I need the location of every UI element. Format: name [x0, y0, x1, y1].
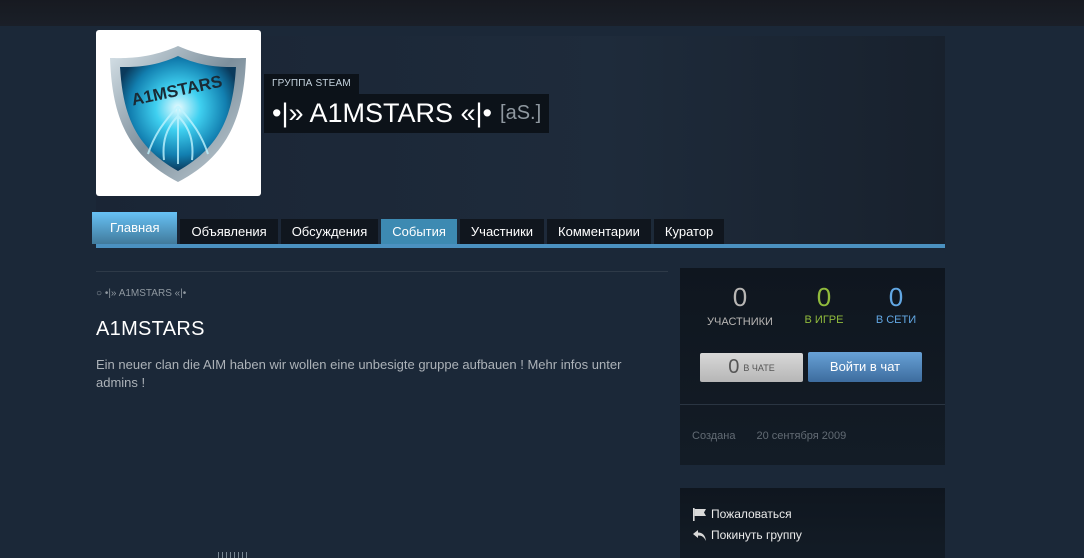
group-tabs: Главная Объявления Обсуждения События Уч…: [92, 212, 725, 244]
tab-curator[interactable]: Куратор: [653, 219, 725, 244]
content-divider: [96, 271, 668, 272]
breadcrumb: ○ •|» A1MSTARS «|•: [96, 288, 187, 299]
group-actions-panel: [680, 488, 945, 558]
join-chat-button[interactable]: Войти в чат: [808, 352, 922, 382]
online-label: В СЕТИ: [875, 314, 917, 326]
tab-announcements[interactable]: Объявления: [180, 219, 278, 244]
online-count: 0: [888, 282, 904, 312]
group-description: Ein neuer clan die AIM haben wir wollen …: [96, 357, 622, 390]
members-label: УЧАСТНИКИ: [707, 316, 773, 328]
founded-date: 20 сентября 2009: [756, 430, 847, 442]
leave-group-link[interactable]: Покинуть группу: [692, 528, 802, 542]
group-abbreviation: [aS.]: [500, 102, 542, 124]
founded-info: Создана 20 сентября 2009: [692, 430, 846, 442]
leave-label: Покинуть группу: [711, 528, 802, 542]
members-count: 0: [732, 282, 748, 312]
in-game-count: 0: [816, 282, 832, 312]
top-bar: [0, 0, 1084, 26]
cut-off-content: [218, 552, 248, 558]
leave-icon: [693, 529, 706, 541]
tab-comments[interactable]: Комментарии: [547, 219, 651, 244]
chat-count-badge: 0 В ЧАТЕ: [700, 353, 803, 382]
group-type-label: ГРУППА STEAM: [264, 74, 359, 94]
stat-members[interactable]: 0 УЧАСТНИКИ: [702, 282, 778, 328]
chat-count: 0: [728, 356, 740, 378]
tabs-underline: [96, 244, 945, 248]
tab-events[interactable]: События: [381, 219, 457, 244]
founded-label: Создана: [692, 430, 736, 442]
tab-members[interactable]: Участники: [459, 219, 545, 244]
tab-discussions[interactable]: Обсуждения: [280, 219, 379, 244]
stats-divider: [680, 404, 945, 405]
group-title: •|» A1MSTARS «|• [aS.]: [264, 94, 550, 133]
flag-icon: [693, 507, 706, 521]
report-label: Пожаловаться: [711, 507, 792, 521]
chat-count-label: В ЧАТЕ: [743, 362, 775, 373]
group-avatar: A1MSTARS: [96, 30, 261, 196]
report-group-link[interactable]: Пожаловаться: [692, 507, 792, 521]
shield-logo-icon: A1MSTARS: [110, 46, 246, 182]
tab-home[interactable]: Главная: [92, 212, 178, 244]
content-title: A1MSTARS: [96, 318, 205, 340]
in-game-label: В ИГРЕ: [804, 314, 844, 326]
stat-online[interactable]: 0 В СЕТИ: [868, 282, 924, 326]
stat-in-game[interactable]: 0 В ИГРЕ: [798, 282, 850, 326]
group-name: •|» A1MSTARS «|•: [272, 98, 493, 128]
